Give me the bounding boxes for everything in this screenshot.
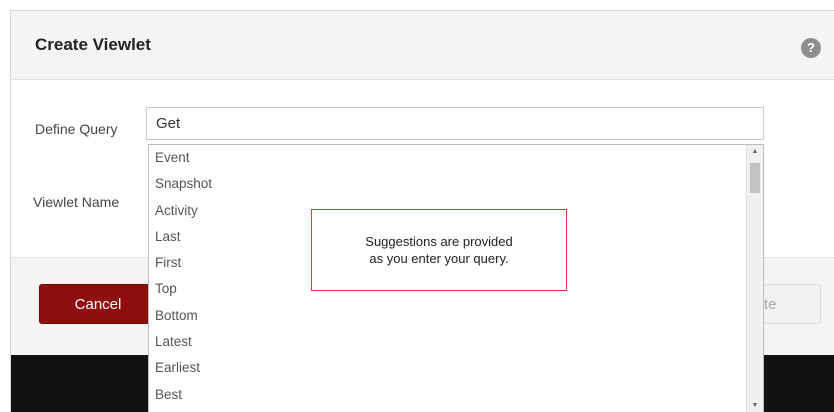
suggestion-item[interactable]: Earliest [149,355,763,381]
dropdown-scrollbar[interactable]: ▲ ▼ [746,145,763,412]
create-viewlet-dialog: Create Viewlet ? Define Query Viewlet Na… [10,10,834,412]
scroll-thumb[interactable] [750,163,760,193]
help-icon[interactable]: ? [801,38,821,58]
scroll-up-arrow-icon[interactable]: ▲ [747,145,763,159]
suggestion-item[interactable]: Bottom [149,303,763,329]
suggestion-item[interactable]: Latest [149,329,763,355]
suggestion-item[interactable]: Best [149,382,763,408]
suggestions-callout: Suggestions are provided as you enter yo… [311,209,567,291]
define-query-label: Define Query [35,121,118,137]
viewlet-name-label: Viewlet Name [33,194,120,210]
callout-text-line2: as you enter your query. [369,251,509,266]
suggestion-item[interactable]: Event [149,145,763,171]
suggestion-item[interactable]: Snapshot [149,171,763,197]
scroll-down-arrow-icon[interactable]: ▼ [747,399,763,412]
dialog-title: Create Viewlet [35,35,151,54]
cancel-button[interactable]: Cancel [39,284,157,324]
dialog-header: Create Viewlet ? [11,11,834,80]
define-query-input[interactable] [146,107,764,140]
callout-text-line1: Suggestions are provided [365,234,513,249]
